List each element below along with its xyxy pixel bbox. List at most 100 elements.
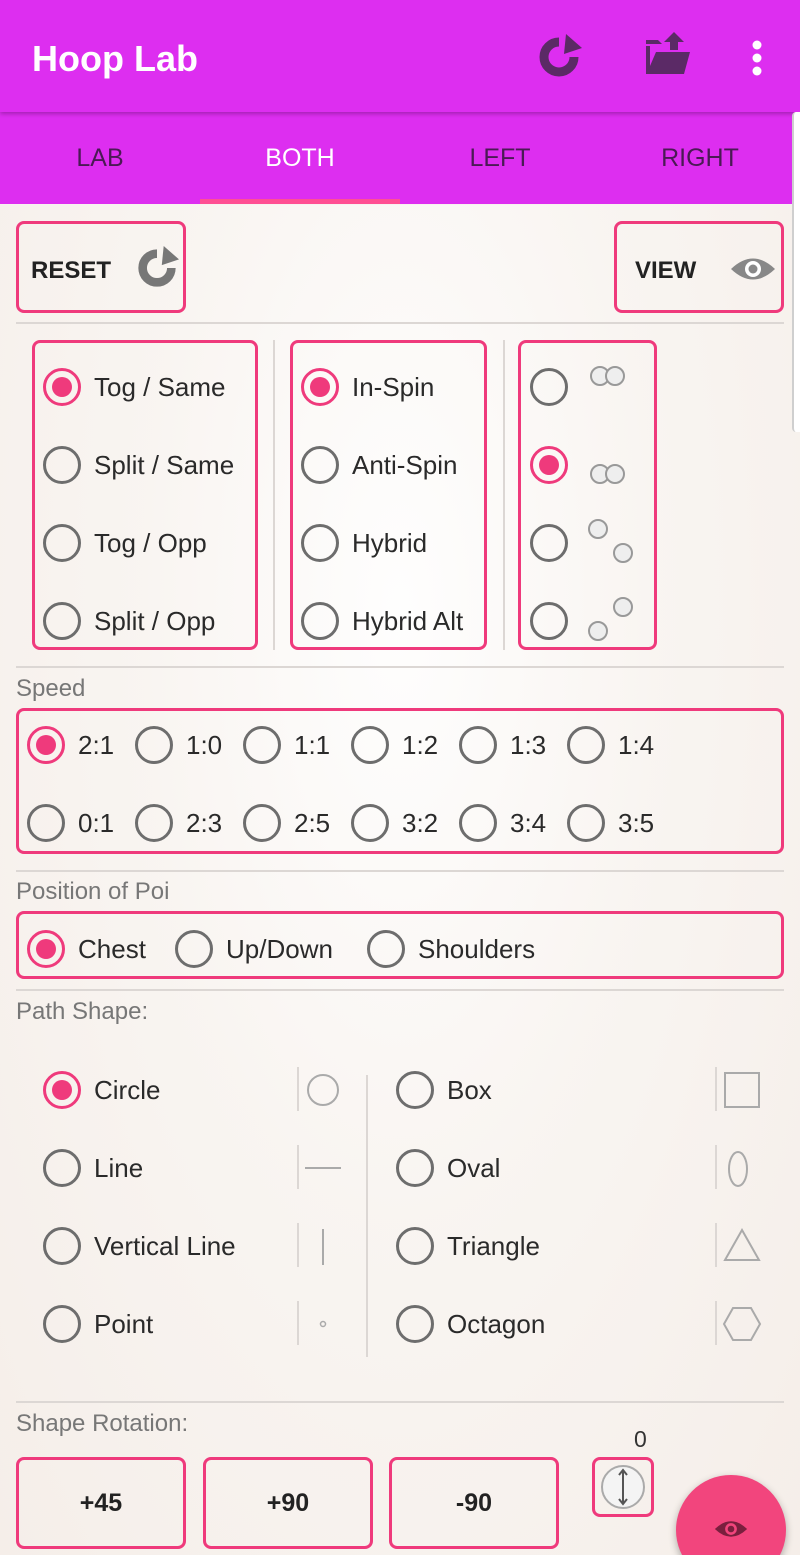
tab-lab[interactable]: LAB — [0, 112, 200, 204]
label-line[interactable]: Line — [94, 1153, 143, 1184]
label-speed[interactable]: 1:2 — [402, 730, 438, 761]
divider — [273, 340, 275, 650]
radio-vertical-line[interactable] — [43, 1227, 81, 1265]
radio-circle[interactable] — [43, 1071, 81, 1109]
box-shape-icon — [722, 1071, 762, 1114]
label-speed[interactable]: 3:4 — [510, 808, 546, 839]
tab-both[interactable]: BOTH — [200, 112, 400, 204]
radio-speed-1-3[interactable] — [459, 726, 497, 764]
divider — [16, 989, 784, 991]
label-shoulders[interactable]: Shoulders — [418, 934, 535, 965]
radio-hybrid-alt[interactable] — [301, 602, 339, 640]
label-speed[interactable]: 2:1 — [78, 730, 114, 761]
rotate-plus-45-button[interactable]: +45 — [16, 1457, 186, 1549]
radio-overlap-top[interactable] — [530, 368, 568, 406]
label-speed[interactable]: 3:2 — [402, 808, 438, 839]
radio-speed-1-2[interactable] — [351, 726, 389, 764]
radio-chest[interactable] — [27, 930, 65, 968]
radio-speed-1-4[interactable] — [567, 726, 605, 764]
main-content: RESET VIEW Tog / Same Split / Same Tog /… — [0, 205, 800, 1555]
label-circle[interactable]: Circle — [94, 1075, 160, 1106]
label-chest[interactable]: Chest — [78, 934, 146, 965]
radio-anti-spin[interactable] — [301, 446, 339, 484]
radio-up-down[interactable] — [175, 930, 213, 968]
divider — [16, 870, 784, 872]
eye-icon — [714, 1521, 748, 1537]
scrollbar[interactable] — [792, 112, 800, 432]
label-vertical-line[interactable]: Vertical Line — [94, 1231, 236, 1262]
view-button[interactable]: VIEW — [614, 221, 784, 313]
radio-split-same[interactable] — [43, 446, 81, 484]
label-speed[interactable]: 0:1 — [78, 808, 114, 839]
radio-tog-same[interactable] — [43, 368, 81, 406]
tab-left[interactable]: LEFT — [400, 112, 600, 204]
label-speed[interactable]: 1:0 — [186, 730, 222, 761]
radio-tog-opp[interactable] — [43, 524, 81, 562]
radio-hybrid[interactable] — [301, 524, 339, 562]
radio-diagonal-down[interactable] — [530, 524, 568, 562]
label-oval[interactable]: Oval — [447, 1153, 500, 1184]
radio-speed-2-5[interactable] — [243, 804, 281, 842]
radio-triangle[interactable] — [396, 1227, 434, 1265]
radio-box[interactable] — [396, 1071, 434, 1109]
divider — [297, 1301, 299, 1345]
radio-speed-3-2[interactable] — [351, 804, 389, 842]
octagon-shape-icon — [722, 1305, 762, 1348]
radio-speed-3-4[interactable] — [459, 804, 497, 842]
radio-speed-2-1[interactable] — [27, 726, 65, 764]
diagonal-up-icon — [585, 595, 637, 652]
label-speed[interactable]: 3:5 — [618, 808, 654, 839]
divider — [715, 1145, 717, 1189]
rotate-minus-90-button[interactable]: -90 — [389, 1457, 559, 1549]
radio-oval[interactable] — [396, 1149, 434, 1187]
label-tog-opp[interactable]: Tog / Opp — [94, 528, 207, 559]
label-tog-same[interactable]: Tog / Same — [94, 372, 226, 403]
label-octagon[interactable]: Octagon — [447, 1309, 545, 1340]
label-speed[interactable]: 1:4 — [618, 730, 654, 761]
radio-shoulders[interactable] — [367, 930, 405, 968]
radio-split-opp[interactable] — [43, 602, 81, 640]
oval-shape-icon — [726, 1149, 750, 1194]
label-in-spin[interactable]: In-Spin — [352, 372, 434, 403]
label-split-same[interactable]: Split / Same — [94, 450, 234, 481]
label-split-opp[interactable]: Split / Opp — [94, 606, 215, 637]
radio-speed-1-0[interactable] — [135, 726, 173, 764]
divider — [297, 1145, 299, 1189]
divider — [297, 1223, 299, 1267]
app-bar: Hoop Lab — [0, 0, 800, 112]
rotate-plus-90-button[interactable]: +90 — [203, 1457, 373, 1549]
label-up-down[interactable]: Up/Down — [226, 934, 333, 965]
label-speed[interactable]: 1:1 — [294, 730, 330, 761]
label-point[interactable]: Point — [94, 1309, 153, 1340]
radio-octagon[interactable] — [396, 1305, 434, 1343]
label-hybrid[interactable]: Hybrid — [352, 528, 427, 559]
more-vert-icon[interactable] — [750, 40, 764, 81]
label-box[interactable]: Box — [447, 1075, 492, 1106]
rotation-indicator — [592, 1457, 654, 1517]
radio-speed-0-1[interactable] — [27, 804, 65, 842]
speed-group — [16, 708, 784, 854]
label-speed[interactable]: 1:3 — [510, 730, 546, 761]
preview-fab-button[interactable] — [676, 1475, 786, 1555]
radio-in-spin[interactable] — [301, 368, 339, 406]
radio-line[interactable] — [43, 1149, 81, 1187]
label-speed[interactable]: 2:5 — [294, 808, 330, 839]
tab-indicator — [200, 199, 400, 204]
radio-point[interactable] — [43, 1305, 81, 1343]
line-shape-icon — [303, 1150, 343, 1191]
label-anti-spin[interactable]: Anti-Spin — [352, 450, 458, 481]
divider — [16, 666, 784, 668]
radio-overlap-bottom[interactable] — [530, 446, 568, 484]
label-triangle[interactable]: Triangle — [447, 1231, 540, 1262]
radio-speed-3-5[interactable] — [567, 804, 605, 842]
label-hybrid-alt[interactable]: Hybrid Alt — [352, 606, 463, 637]
label-speed[interactable]: 2:3 — [186, 808, 222, 839]
share-folder-icon[interactable] — [644, 32, 692, 83]
radio-diagonal-up[interactable] — [530, 602, 568, 640]
tab-right[interactable]: RIGHT — [600, 112, 800, 204]
redo-icon[interactable] — [536, 34, 582, 85]
position-title: Position of Poi — [16, 878, 170, 905]
radio-speed-1-1[interactable] — [243, 726, 281, 764]
reset-button[interactable]: RESET — [16, 221, 186, 313]
radio-speed-2-3[interactable] — [135, 804, 173, 842]
